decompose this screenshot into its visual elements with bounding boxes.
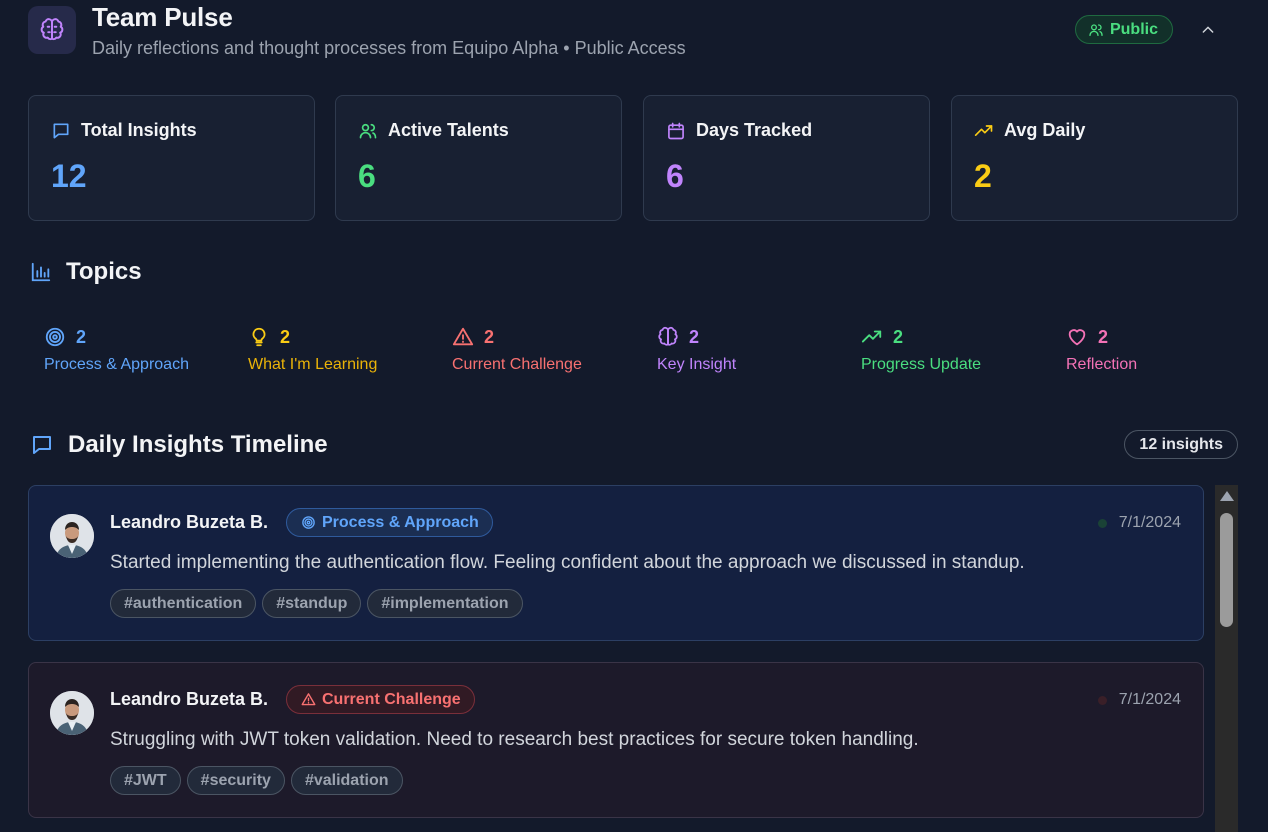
target-icon xyxy=(44,326,66,348)
topic-label: What I'm Learning xyxy=(248,356,378,373)
timeline-scrollbar[interactable] xyxy=(1215,485,1238,832)
users-icon xyxy=(1088,22,1104,38)
topic-key-insight[interactable]: 2 Key Insight xyxy=(657,325,857,374)
status-dot xyxy=(1097,695,1107,705)
stat-card-avg-daily: Avg Daily 2 xyxy=(951,95,1238,221)
scroll-up-arrow-icon[interactable] xyxy=(1220,491,1234,501)
timeline-heading: Daily Insights Timeline xyxy=(30,431,328,459)
topic-count: 2 xyxy=(689,326,700,347)
topic-process-approach[interactable]: 2 Process & Approach xyxy=(44,325,244,374)
author-name: Leandro Buzeta B. xyxy=(110,689,269,709)
chevron-up-icon xyxy=(1200,22,1216,38)
topic-label: Current Challenge xyxy=(452,356,582,373)
calendar-icon xyxy=(666,121,686,141)
message-square-icon xyxy=(51,121,71,141)
target-icon xyxy=(301,515,316,530)
topic-reflection[interactable]: 2 Reflection xyxy=(1066,325,1266,374)
stat-card-days-tracked: Days Tracked 6 xyxy=(643,95,930,221)
tag-list: #authentication #standup #implementation xyxy=(110,589,523,618)
tag[interactable]: #validation xyxy=(290,766,403,795)
author-name: Leandro Buzeta B. xyxy=(110,512,269,532)
date-text: 7/1/2024 xyxy=(1118,691,1181,708)
collapse-button[interactable] xyxy=(1198,20,1218,40)
insight-card[interactable]: Leandro Buzeta B. Current Challenge 7/1/… xyxy=(28,662,1204,818)
category-badge: Current Challenge xyxy=(286,685,475,714)
topic-current-challenge[interactable]: 2 Current Challenge xyxy=(452,325,652,374)
stat-value: 6 xyxy=(666,158,684,194)
topic-count: 2 xyxy=(893,326,904,347)
avatar xyxy=(50,514,94,558)
category-label: Process & Approach xyxy=(322,513,479,531)
stat-label: Avg Daily xyxy=(1004,120,1086,140)
category-label: Current Challenge xyxy=(322,690,461,708)
insight-text: Started implementing the authentication … xyxy=(110,552,1025,573)
lightbulb-icon xyxy=(248,326,270,348)
entry-date: 7/1/2024 xyxy=(1097,514,1181,532)
tag[interactable]: #authentication xyxy=(110,589,257,618)
timeline-list: Leandro Buzeta B. Process & Approach 7/1… xyxy=(28,485,1204,832)
insight-card[interactable]: Leandro Buzeta B. Process & Approach 7/1… xyxy=(28,485,1204,641)
topic-label: Key Insight xyxy=(657,356,737,373)
alert-triangle-icon xyxy=(301,692,316,707)
date-text: 7/1/2024 xyxy=(1118,514,1181,531)
stat-card-active-talents: Active Talents 6 xyxy=(335,95,622,221)
scroll-thumb[interactable] xyxy=(1220,513,1233,627)
tag-list: #JWT #security #validation xyxy=(110,766,403,795)
stat-value: 12 xyxy=(51,158,87,194)
trending-up-icon xyxy=(861,326,883,348)
status-dot xyxy=(1097,518,1107,528)
stat-label: Days Tracked xyxy=(696,120,813,140)
trending-up-icon xyxy=(974,121,994,141)
insight-text: Struggling with JWT token validation. Ne… xyxy=(110,729,919,750)
timeline-title: Daily Insights Timeline xyxy=(68,431,328,458)
topic-count: 2 xyxy=(1098,326,1109,347)
stat-value: 6 xyxy=(358,158,376,194)
topic-count: 2 xyxy=(280,326,291,347)
tag[interactable]: #JWT xyxy=(110,766,181,795)
insights-count-badge: 12 insights xyxy=(1124,430,1238,459)
heart-icon xyxy=(1066,326,1088,348)
brain-icon xyxy=(28,6,76,54)
tag[interactable]: #standup xyxy=(262,589,362,618)
avatar xyxy=(50,691,94,735)
message-square-icon xyxy=(30,433,54,457)
topic-what-im-learning[interactable]: 2 What I'm Learning xyxy=(248,325,448,374)
topic-progress-update[interactable]: 2 Progress Update xyxy=(861,325,1061,374)
topic-count: 2 xyxy=(76,326,87,347)
topic-label: Reflection xyxy=(1066,356,1138,373)
stat-card-total-insights: Total Insights 12 xyxy=(28,95,315,221)
stat-value: 2 xyxy=(974,158,992,194)
topics-title: Topics xyxy=(66,258,142,285)
visibility-label: Public xyxy=(1109,20,1158,38)
brain-icon xyxy=(657,326,679,348)
stat-label: Total Insights xyxy=(81,120,197,140)
category-badge: Process & Approach xyxy=(286,508,493,537)
topic-count: 2 xyxy=(484,326,495,347)
entry-date: 7/1/2024 xyxy=(1097,691,1181,709)
alert-triangle-icon xyxy=(452,326,474,348)
page-subtitle: Daily reflections and thought processes … xyxy=(92,38,686,58)
topics-heading: Topics xyxy=(30,258,142,286)
page-title: Team Pulse xyxy=(92,2,233,32)
topic-label: Process & Approach xyxy=(44,356,189,373)
users-icon xyxy=(358,121,378,141)
tag[interactable]: #implementation xyxy=(367,589,523,618)
topic-label: Progress Update xyxy=(861,356,982,373)
bar-chart-icon xyxy=(30,261,52,283)
stat-label: Active Talents xyxy=(388,120,509,140)
tag[interactable]: #security xyxy=(186,766,285,795)
header: Team Pulse Daily reflections and thought… xyxy=(28,0,1238,70)
visibility-badge[interactable]: Public xyxy=(1074,15,1173,44)
